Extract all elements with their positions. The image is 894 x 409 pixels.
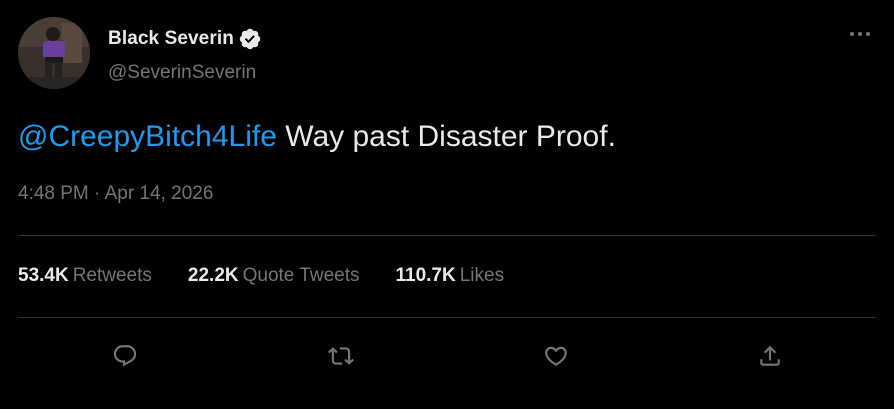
- tweet-timestamp[interactable]: 4:48 PM · Apr 14, 2026: [18, 183, 213, 205]
- stat-count: 110.7K: [395, 265, 456, 286]
- reply-icon[interactable]: [105, 336, 145, 376]
- more-options-icon[interactable]: [846, 20, 874, 48]
- tweet-body: Way past Disaster Proof.: [276, 120, 616, 153]
- tweet-card: Black Severin @SeverinSeverin @CreepyBit…: [0, 0, 894, 409]
- stat-label: Retweets: [72, 265, 152, 286]
- stat-likes[interactable]: 110.7K Likes: [396, 265, 505, 287]
- heart-icon[interactable]: [536, 336, 576, 376]
- stat-label: Quote Tweets: [242, 265, 360, 286]
- avatar-image: [18, 17, 90, 89]
- share-icon[interactable]: [750, 336, 790, 376]
- stat-retweets[interactable]: 53.4K Retweets: [18, 265, 152, 287]
- action-bar: [18, 336, 876, 376]
- display-name[interactable]: Black Severin: [108, 28, 234, 50]
- divider: [18, 317, 876, 318]
- mention-link[interactable]: @CreepyBitch4Life: [18, 120, 277, 153]
- retweet-icon[interactable]: [321, 336, 361, 376]
- divider: [18, 235, 876, 236]
- avatar[interactable]: [18, 17, 90, 89]
- stat-count: 53.4K: [18, 265, 69, 286]
- stat-count: 22.2K: [187, 265, 239, 286]
- stat-label: Likes: [459, 265, 505, 286]
- tweet-text: @CreepyBitch4Life Way past Disaster Proo…: [18, 118, 616, 156]
- verified-badge-icon: [238, 27, 262, 51]
- stat-quote-tweets[interactable]: 22.2K Quote Tweets: [188, 265, 360, 287]
- engagement-stats: 53.4K Retweets 22.2K Quote Tweets 110.7K Li…: [18, 265, 540, 287]
- author-handle[interactable]: @SeverinSeverin: [108, 62, 256, 84]
- author-name-row[interactable]: Black Severin: [108, 26, 262, 52]
